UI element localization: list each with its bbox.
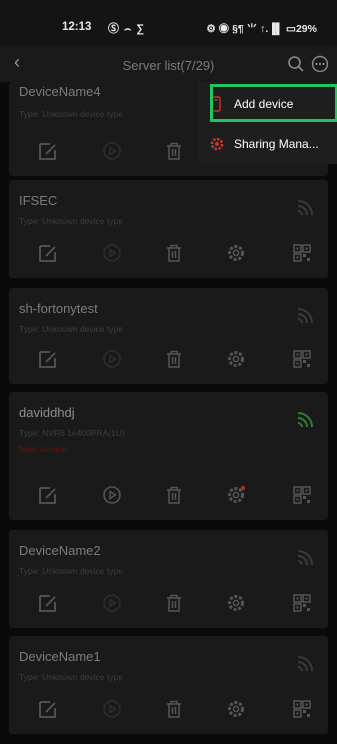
signal-icon: [297, 550, 313, 566]
device-actions: [9, 472, 328, 520]
qr-code-icon[interactable]: [291, 698, 313, 720]
signal-icon: [297, 656, 313, 672]
play-icon[interactable]: [101, 348, 123, 370]
highlight-box: [210, 84, 337, 122]
search-icon[interactable]: [287, 55, 305, 73]
edit-icon[interactable]: [37, 484, 59, 506]
qr-code-icon[interactable]: [291, 348, 313, 370]
device-card[interactable]: DeviceName1 Type: Unknown device type: [9, 636, 328, 734]
play-icon[interactable]: [101, 698, 123, 720]
delete-icon[interactable]: [163, 698, 185, 720]
delete-icon[interactable]: [163, 140, 185, 162]
delete-icon[interactable]: [163, 592, 185, 614]
device-type: Type: Unknown device type: [19, 216, 123, 226]
new-version-label: New Version: [19, 444, 67, 454]
device-name: IFSEC: [19, 193, 58, 208]
signal-icon: [297, 200, 313, 216]
settings-icon[interactable]: [225, 242, 247, 264]
signal-icon: [297, 308, 313, 324]
edit-icon[interactable]: [37, 140, 59, 162]
sharing-gear-icon: [210, 137, 224, 151]
qr-code-icon[interactable]: [291, 242, 313, 264]
device-actions: [9, 686, 328, 734]
notification-icons: Ⓢ ⌢ ∑: [108, 23, 146, 35]
device-name: DeviceName1: [19, 649, 101, 664]
device-card[interactable]: IFSEC Type: Unknown device type: [9, 180, 328, 278]
device-actions: [9, 580, 328, 628]
play-icon[interactable]: [101, 242, 123, 264]
device-actions: [9, 336, 328, 384]
status-bar: 12:13 Ⓢ ⌢ ∑ ⚙ ◉ §¶ ⺌ ↑.▐▌ ▭29%: [0, 0, 337, 46]
device-type: Type: Unknown device type: [19, 566, 123, 576]
play-icon[interactable]: [101, 140, 123, 162]
edit-icon[interactable]: [37, 592, 59, 614]
device-name: DeviceName4: [19, 84, 101, 99]
device-type: Type: Unknown device type: [19, 672, 123, 682]
edit-icon[interactable]: [37, 348, 59, 370]
nav-bar: ‹ Server list(7/29): [0, 46, 337, 82]
settings-icon[interactable]: [225, 698, 247, 720]
device-type: Type: NVR8 1e400PRA(1U): [19, 428, 125, 438]
signal-icon: [297, 412, 313, 428]
qr-code-icon[interactable]: [291, 484, 313, 506]
more-menu-icon[interactable]: [311, 55, 329, 73]
menu-item-label: Sharing Mana...: [234, 137, 319, 151]
device-type: Type: Unknown device type: [19, 109, 123, 119]
device-type: Type: Unknown device type: [19, 324, 123, 334]
play-icon[interactable]: [101, 484, 123, 506]
device-card[interactable]: daviddhdj Type: NVR8 1e400PRA(1U) New Ve…: [9, 392, 328, 520]
qr-code-icon[interactable]: [291, 592, 313, 614]
settings-icon[interactable]: [225, 348, 247, 370]
device-actions: [9, 230, 328, 278]
menu-item-sharing-management[interactable]: Sharing Mana...: [198, 126, 337, 162]
device-card[interactable]: DeviceName2 Type: Unknown device type: [9, 530, 328, 628]
device-name: daviddhdj: [19, 405, 75, 420]
delete-icon[interactable]: [163, 242, 185, 264]
delete-icon[interactable]: [163, 484, 185, 506]
device-card[interactable]: sh-fortonytest Type: Unknown device type: [9, 288, 328, 384]
settings-icon[interactable]: [225, 592, 247, 614]
device-name: sh-fortonytest: [19, 301, 98, 316]
device-name: DeviceName2: [19, 543, 101, 558]
edit-icon[interactable]: [37, 242, 59, 264]
edit-icon[interactable]: [37, 698, 59, 720]
play-icon[interactable]: [101, 592, 123, 614]
clock: 12:13: [62, 21, 92, 33]
settings-icon[interactable]: [225, 484, 247, 506]
system-icons: ⚙ ◉ §¶ ⺌ ↑.▐▌ ▭29%: [206, 23, 317, 35]
dropdown-menu: Add device Sharing Mana...: [198, 82, 337, 164]
delete-icon[interactable]: [163, 348, 185, 370]
